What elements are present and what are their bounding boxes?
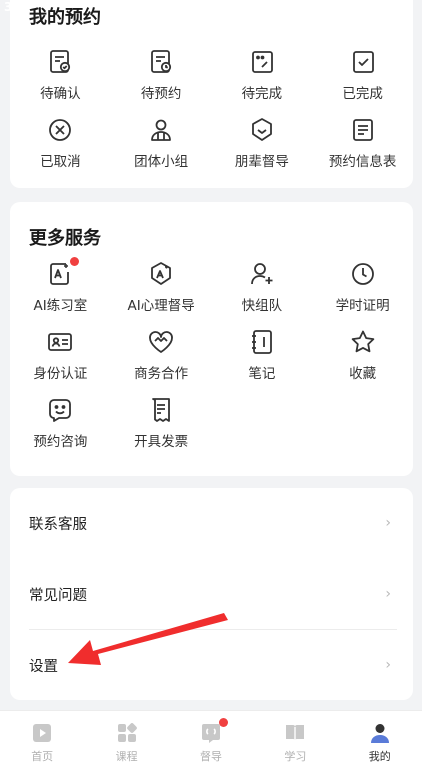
service-favorites[interactable]: 收藏 <box>312 324 413 392</box>
id-card-icon <box>46 328 74 356</box>
service-label: 笔记 <box>248 366 276 382</box>
tab-label: 学习 <box>284 750 307 763</box>
handshake-icon <box>147 328 175 356</box>
booking-card: 我的预约 待确认 待预约 待完成 已完成 已取消 团体小组 朋辈督导 预约信息表 <box>10 0 413 188</box>
study-icon <box>283 721 307 745</box>
group-icon <box>147 116 175 144</box>
supervision-icon <box>199 718 228 745</box>
booking-label: 已完成 <box>342 86 383 102</box>
services-card: 更多服务 AI练习室 AI心理督导 快组队 学时证明 身份认证 商务合作 笔记 … <box>10 202 413 476</box>
booking-label: 已取消 <box>40 154 81 170</box>
notification-dot <box>218 718 228 727</box>
booking-title: 我的预约 <box>29 7 101 28</box>
service-id-verify[interactable]: 身份认证 <box>10 324 111 392</box>
row-label: 联系客服 <box>29 516 87 533</box>
service-ai-practice[interactable]: AI练习室 <box>10 256 111 324</box>
row-settings[interactable]: 设置 › <box>10 630 413 700</box>
row-faq[interactable]: 常见问题 › <box>10 559 413 629</box>
tab-profile[interactable]: 我的 <box>338 711 422 772</box>
booking-pending-booking[interactable]: 待预约 <box>111 44 212 112</box>
cancelled-icon <box>46 116 74 144</box>
tab-supervision[interactable]: 督导 <box>169 711 253 772</box>
tab-label: 课程 <box>115 750 138 763</box>
service-business[interactable]: 商务合作 <box>111 324 212 392</box>
chevron-right-icon: › <box>385 515 391 531</box>
settings-card: 联系客服 › 常见问题 › 设置 › <box>10 488 413 700</box>
tab-label: 我的 <box>368 750 391 763</box>
booking-form[interactable]: 预约信息表 <box>312 112 413 180</box>
booking-label: 待确认 <box>40 86 81 102</box>
notification-dot <box>70 257 80 266</box>
service-consult[interactable]: 预约咨询 <box>10 392 111 460</box>
service-invoice[interactable]: 开具发票 <box>111 392 212 460</box>
service-label: 开具发票 <box>134 434 189 450</box>
service-hours-proof[interactable]: 学时证明 <box>312 256 413 324</box>
pending-complete-icon <box>248 48 276 76</box>
booking-label: 待预约 <box>140 86 182 102</box>
booking-cancelled[interactable]: 已取消 <box>10 112 111 180</box>
tab-label: 首页 <box>31 750 54 763</box>
bottom-tab-bar: 首页 课程 督导 学习 我的 <box>0 710 422 772</box>
booking-pending-complete[interactable]: 待完成 <box>212 44 313 112</box>
service-ai-supervision[interactable]: AI心理督导 <box>111 256 212 324</box>
service-label: AI练习室 <box>33 298 88 314</box>
service-label: 学时证明 <box>335 298 390 314</box>
booking-group[interactable]: 团体小组 <box>111 112 212 180</box>
service-label: 商务合作 <box>134 366 189 382</box>
services-title: 更多服务 <box>29 228 101 249</box>
star-icon <box>349 328 377 356</box>
service-label: AI心理督导 <box>127 298 195 314</box>
clock-icon <box>349 260 377 288</box>
row-customer-service[interactable]: 联系客服 › <box>10 488 413 558</box>
service-label: 身份认证 <box>33 366 88 382</box>
booking-label: 朋辈督导 <box>234 154 289 170</box>
booking-label: 预约信息表 <box>328 154 397 170</box>
booking-completed[interactable]: 已完成 <box>312 44 413 112</box>
tab-study[interactable]: 学习 <box>253 711 337 772</box>
row-label: 设置 <box>29 658 58 675</box>
pending-booking-icon <box>147 48 175 76</box>
booking-form-icon <box>349 116 377 144</box>
booking-label: 团体小组 <box>134 154 189 170</box>
booking-label: 待完成 <box>241 86 283 102</box>
service-label: 快组队 <box>241 298 283 314</box>
tab-label: 督导 <box>199 750 222 763</box>
home-icon <box>30 721 54 745</box>
chevron-right-icon: › <box>385 586 391 602</box>
ai-practice-icon <box>46 257 80 288</box>
courses-icon <box>115 721 139 745</box>
completed-icon <box>349 48 377 76</box>
invoice-icon <box>147 396 175 424</box>
booking-grid: 待确认 待预约 待完成 已完成 已取消 团体小组 朋辈督导 预约信息表 <box>10 44 413 180</box>
ai-supervision-icon <box>147 260 175 288</box>
chevron-right-icon: › <box>385 657 391 673</box>
tab-home[interactable]: 首页 <box>0 711 84 772</box>
row-label: 常见问题 <box>29 587 87 604</box>
service-label: 预约咨询 <box>33 434 88 450</box>
pending-confirm-icon <box>46 48 74 76</box>
services-grid: AI练习室 AI心理督导 快组队 学时证明 身份认证 商务合作 笔记 收藏 预约… <box>10 256 413 460</box>
booking-pending-confirm[interactable]: 待确认 <box>10 44 111 112</box>
smile-icon <box>46 396 74 424</box>
service-notes[interactable]: 笔记 <box>212 324 313 392</box>
service-add-team[interactable]: 快组队 <box>212 256 313 324</box>
tab-courses[interactable]: 课程 <box>84 711 168 772</box>
notebook-icon <box>248 328 276 356</box>
profile-icon <box>368 721 392 745</box>
service-label: 收藏 <box>349 366 377 382</box>
booking-peer-supervision[interactable]: 朋辈督导 <box>212 112 313 180</box>
add-team-icon <box>248 260 276 288</box>
peer-supervision-icon <box>248 116 276 144</box>
